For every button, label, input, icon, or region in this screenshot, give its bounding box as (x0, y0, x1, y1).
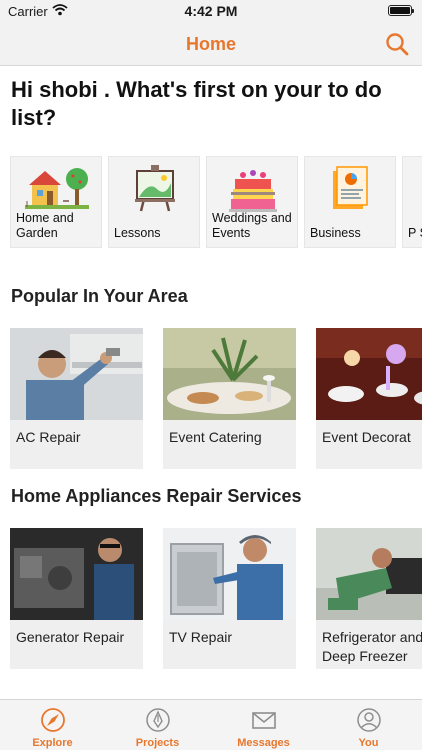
cake-icon (229, 170, 277, 212)
tab-explore[interactable]: Explore (0, 700, 105, 750)
service-label: Generator Repair (16, 629, 125, 645)
category-card-weddings[interactable]: Weddings and Events (206, 156, 298, 248)
refrigerator-repair-photo (316, 528, 422, 620)
status-bar: Carrier 4:42 PM (0, 0, 422, 22)
category-label: Business (310, 226, 361, 240)
service-card-ac-repair[interactable]: AC Repair (10, 328, 143, 469)
tab-bar: Explore Projects Messages You (0, 699, 422, 750)
popular-row[interactable]: AC Repair Event Catering Event Decorat (10, 328, 422, 469)
service-label: AC Repair (16, 429, 81, 445)
pen-nib-icon (146, 708, 170, 732)
service-label: Event Decorat (322, 429, 411, 445)
tab-label: Messages (237, 737, 290, 749)
tab-label: Projects (135, 737, 180, 749)
catering-photo (163, 328, 296, 420)
service-label: Refrigerator and Deep Freezer Repair (322, 629, 422, 669)
status-time: 4:42 PM (184, 3, 238, 19)
category-card-partial[interactable]: P S (402, 156, 422, 248)
greeting-heading: Hi shobi . What's first on your to do li… (11, 77, 382, 130)
battery-icon (388, 5, 414, 16)
service-card-event-catering[interactable]: Event Catering (163, 328, 296, 469)
envelope-icon (252, 712, 276, 729)
category-card-business[interactable]: Business (304, 156, 396, 248)
person-icon (357, 708, 381, 732)
category-label: Weddings and Events (212, 211, 292, 240)
category-card-lessons[interactable]: Lessons (108, 156, 200, 248)
service-card-tv-repair[interactable]: TV Repair (163, 528, 296, 669)
service-card-refrigerator-repair[interactable]: Refrigerator and Deep Freezer Repair (316, 528, 422, 669)
service-label: TV Repair (169, 629, 233, 645)
section-title-appliances: Home Appliances Repair Services (11, 486, 302, 506)
category-label: Home and Garden (16, 211, 74, 240)
service-card-generator-repair[interactable]: Generator Repair (10, 528, 143, 669)
service-card-event-decor[interactable]: Event Decorat (316, 328, 422, 469)
tab-you[interactable]: You (316, 700, 421, 750)
category-label: Lessons (114, 226, 161, 240)
documents-chart-icon (333, 166, 368, 209)
event-decor-photo (316, 328, 422, 420)
service-label: Event Catering (169, 429, 262, 445)
tv-repair-photo (163, 528, 296, 620)
ac-repair-photo (10, 328, 143, 420)
tab-projects[interactable]: Projects (105, 700, 210, 750)
tab-messages[interactable]: Messages (211, 700, 316, 750)
house-garden-icon (25, 168, 89, 209)
category-carousel[interactable]: Home and Garden Lessons Weddings and Eve… (10, 156, 422, 248)
section-title-popular: Popular In Your Area (11, 286, 188, 306)
category-card-home-garden[interactable]: Home and Garden (10, 156, 102, 248)
tab-label: You (358, 737, 379, 749)
category-label: P S (408, 226, 422, 240)
easel-icon (135, 165, 175, 212)
tab-label: Explore (32, 737, 73, 749)
search-icon[interactable] (384, 31, 410, 57)
compass-icon (41, 708, 65, 732)
nav-bar: Home (0, 22, 422, 66)
appliances-row[interactable]: Generator Repair TV Repair Refrigerator … (10, 528, 422, 669)
page-title: Home (185, 34, 236, 54)
generator-repair-photo (10, 528, 143, 620)
